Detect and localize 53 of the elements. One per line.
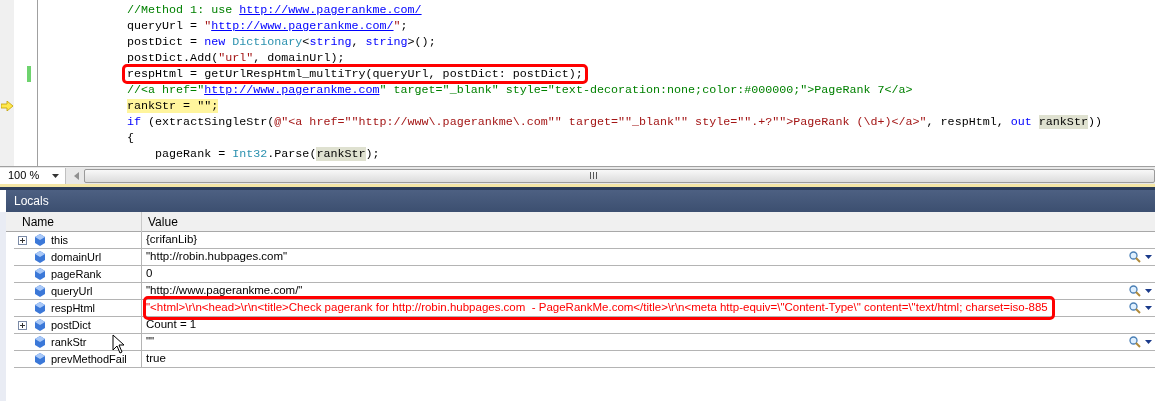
scroll-left-icon[interactable] <box>74 171 79 180</box>
field-icon <box>35 234 45 246</box>
variable-value: "http://www.pagerankme.com/" <box>146 283 303 299</box>
variable-value: "" <box>146 334 155 350</box>
code-line: postDict.Add("url", domainUrl); <box>127 51 345 65</box>
code-line: //Method 1: use http://www.pagerankme.com/ <box>127 3 422 17</box>
dropdown-arrow-icon[interactable] <box>1145 255 1152 259</box>
variable-value: {crifanLib} <box>146 232 198 248</box>
zoom-level: 100 % <box>8 168 41 184</box>
dropdown-arrow-icon <box>52 173 59 178</box>
field-icon <box>35 285 45 297</box>
variable-value: Count = 1 <box>146 317 197 333</box>
zoom-dropdown[interactable]: 100 % <box>0 167 66 184</box>
variable-value: true <box>146 351 166 367</box>
mouse-cursor-icon <box>112 334 125 354</box>
field-icon <box>35 268 45 280</box>
variable-name: rankStr <box>51 334 87 350</box>
code-line: queryUrl = "http://www.pagerankme.com/"; <box>127 19 408 33</box>
variable-name: queryUrl <box>51 283 93 299</box>
field-icon <box>35 319 45 331</box>
code-line: //<a href="http://www.pagerankme.com" target="_blank" style="text-decoration:none;color:#000000;">PageRank 7</a> <box>127 83 913 97</box>
dropdown-arrow-icon[interactable] <box>1145 340 1152 344</box>
search-icon[interactable] <box>1129 285 1141 297</box>
column-header[interactable]: Value <box>142 211 1155 232</box>
grip-icon <box>590 172 597 179</box>
dropdown-arrow-icon[interactable] <box>1145 289 1152 293</box>
field-icon <box>35 302 45 314</box>
variable-name: prevMethodFail <box>51 351 127 367</box>
expand-icon[interactable] <box>18 235 27 245</box>
expand-icon[interactable] <box>18 320 27 330</box>
code-line: { <box>127 131 134 145</box>
search-icon[interactable] <box>1129 336 1141 348</box>
variable-name: postDict <box>51 317 91 333</box>
variable-value: "<html>\r\n<head>\r\n<title>Check pagerank for http://robin.hubpages.com - PageRankMe.com</title>\r\n<meta http-equiv=\"Content-Type\" content=\"text/html; charset=iso-885 <box>146 299 1052 317</box>
horizontal-scrollbar-thumb[interactable] <box>84 168 1155 183</box>
column-header[interactable]: Name <box>14 211 142 232</box>
field-icon <box>35 251 45 263</box>
code-line: respHtml = getUrlRespHtml_multiTry(queryUrl, postDict: postDict); <box>125 67 585 81</box>
dropdown-arrow-icon[interactable] <box>1145 306 1152 310</box>
variable-value: 0 <box>146 266 153 282</box>
search-icon[interactable] <box>1129 302 1141 314</box>
code-line: pageRank = Int32.Parse(rankStr); <box>154 147 380 161</box>
code-line: if (extractSingleStr(@"<a href=""http://www\.pagerankme\.com"" target=""_blank"" style="".+?"">PageRank (\d+)</a>", respHtml, out rankStr)) <box>127 115 1102 129</box>
variable-name: respHtml <box>51 300 95 316</box>
field-icon <box>35 336 45 348</box>
variable-name: domainUrl <box>51 249 102 265</box>
variable-value: "http://robin.hubpages.com" <box>146 249 288 265</box>
panel-title: Locals <box>14 193 49 210</box>
field-icon <box>35 353 45 365</box>
search-icon[interactable] <box>1129 251 1141 263</box>
variable-name: pageRank <box>51 266 102 282</box>
code-line: postDict = new Dictionary<string, string>(); <box>127 35 436 49</box>
variable-name: this <box>51 232 69 248</box>
